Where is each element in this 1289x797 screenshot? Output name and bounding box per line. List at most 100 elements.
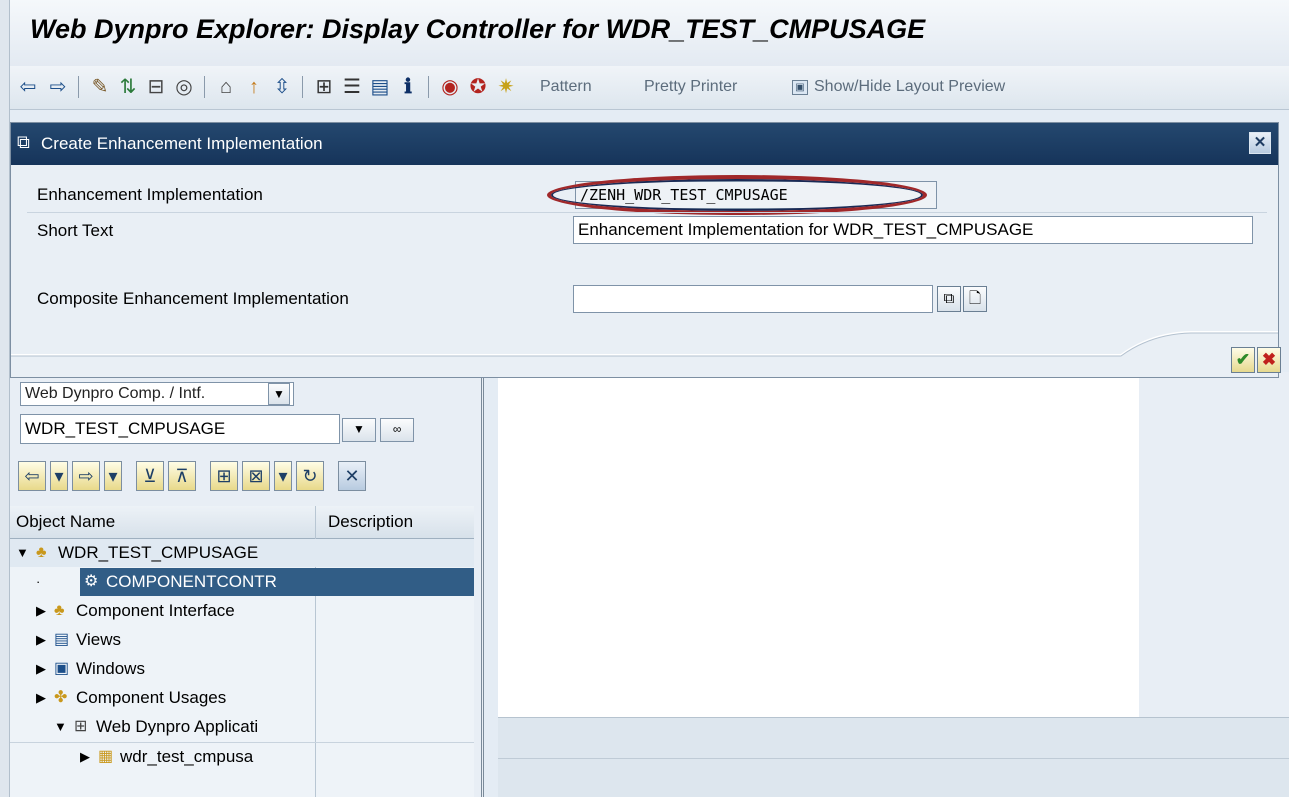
confirm-check-icon[interactable]: ✔ xyxy=(1231,347,1255,373)
chevron-down-icon[interactable]: ▾ xyxy=(104,461,122,491)
tree-row-views[interactable]: ▶ ▤ Views xyxy=(10,626,474,654)
bottom-panel xyxy=(498,717,1289,797)
window-title-bar: Web Dynpro Explorer: Display Controller … xyxy=(0,0,1289,66)
toolbar-separator xyxy=(204,76,205,98)
short-text-field[interactable]: Enhancement Implementation for WDR_TEST_… xyxy=(573,216,1253,244)
dialog-window-icon: ⧉ xyxy=(17,132,30,152)
chevron-down-icon[interactable]: ▾ xyxy=(274,461,292,491)
enh-impl-label: Enhancement Implementation xyxy=(37,185,263,204)
column-object-name[interactable]: Object Name xyxy=(16,512,115,532)
leaf-dot-icon: · xyxy=(36,574,41,589)
object-type-value: Web Dynpro Comp. / Intf. xyxy=(25,385,206,402)
composite-field[interactable] xyxy=(573,285,933,313)
create-document-icon[interactable]: 🗋 xyxy=(963,286,987,312)
layout-preview-icon: ▣ xyxy=(792,80,808,95)
settings-grid-icon[interactable]: ⊠ xyxy=(242,461,270,491)
application-object-icon: ▦ xyxy=(98,748,114,765)
tree-row-componentcontroller[interactable]: · ⚙ COMPONENTCONTR xyxy=(10,568,474,596)
tree-row-root[interactable]: ▼ ♣ WDR_TEST_CMPUSAGE xyxy=(10,539,474,567)
active-inactive-icon[interactable]: ⇅ xyxy=(116,75,140,99)
navigate-icon[interactable]: ↑ xyxy=(242,75,266,99)
collapsed-triangle-icon[interactable]: ▶ xyxy=(36,597,46,625)
tree-row-component-interface[interactable]: ▶ ♣ Component Interface xyxy=(10,597,474,625)
object-name-input[interactable]: WDR_TEST_CMPUSAGE xyxy=(20,414,340,444)
toolbar-separator xyxy=(302,76,303,98)
tree-label: Views xyxy=(76,630,122,649)
highlight-oval xyxy=(547,175,927,215)
tree-row-web-dynpro-applications[interactable]: ▼ ⊞ Web Dynpro Applicati xyxy=(10,713,474,741)
close-icon[interactable]: ✕ xyxy=(1249,132,1271,154)
dialog-title-bar: ⧉ Create Enhancement Implementation ✕ xyxy=(11,123,1278,165)
component-interface-icon: ♣ xyxy=(54,602,65,619)
expanded-triangle-icon[interactable]: ▼ xyxy=(16,539,29,567)
show-hide-layout-preview-button[interactable]: ▣ Show/Hide Layout Preview xyxy=(792,78,1005,96)
hierarchy-icon[interactable]: ⊞ xyxy=(312,75,336,99)
window-icon[interactable]: ▤ xyxy=(368,75,392,99)
display-object-list-icon[interactable]: ⇳ xyxy=(270,75,294,99)
windows-icon: ▣ xyxy=(54,660,70,677)
controller-icon: ⚙ xyxy=(84,573,99,590)
left-edge-strip xyxy=(0,0,10,797)
toolbar-separator xyxy=(428,76,429,98)
object-tree: Object Name Description ▼ ♣ WDR_TEST_CMP… xyxy=(10,506,474,797)
wizard-icon[interactable]: ✷ xyxy=(494,75,518,99)
display-change-icon[interactable]: ✎ xyxy=(88,75,112,99)
collapsed-triangle-icon[interactable]: ▶ xyxy=(36,655,46,683)
previous-object-icon[interactable]: ⇦ xyxy=(18,461,46,491)
tree-label: COMPONENTCONTR xyxy=(106,572,277,591)
navigation-window-icon[interactable]: ☰ xyxy=(340,75,364,99)
bottom-divider xyxy=(498,758,1289,759)
selected-cell: ⚙ COMPONENTCONTR xyxy=(80,568,474,596)
tree-label: Component Interface xyxy=(76,601,235,620)
expand-all-icon[interactable]: ⊻ xyxy=(136,461,164,491)
tree-header: Object Name Description xyxy=(10,506,474,539)
expanded-triangle-icon[interactable]: ▼ xyxy=(54,713,67,741)
tree-label: Windows xyxy=(76,659,145,678)
check-icon[interactable]: ⊟ xyxy=(144,75,168,99)
window-title: Web Dynpro Explorer: Display Controller … xyxy=(30,14,926,44)
show-hide-label: Show/Hide Layout Preview xyxy=(814,78,1006,95)
navigator-toolbar: ⇦ ▾ ⇨ ▾ ⊻ ⊼ ⊞ ⊠ ▾ ↻ ✕ xyxy=(18,461,366,493)
tree-label: Web Dynpro Applicati xyxy=(96,717,259,736)
display-glasses-icon[interactable]: ∞ xyxy=(380,418,414,442)
hierarchy-icon[interactable]: ⊞ xyxy=(210,461,238,491)
info-icon[interactable]: ℹ xyxy=(396,75,420,99)
dialog-title: Create Enhancement Implementation xyxy=(41,134,323,153)
short-text-value: Enhancement Implementation for WDR_TEST_… xyxy=(578,220,1034,239)
component-icon: ♣ xyxy=(36,544,47,561)
tree-row-application[interactable]: ▶ ▦ wdr_test_cmpusa xyxy=(10,742,474,770)
application-toolbar: ⇦ ⇨ ✎ ⇅ ⊟ ◎ ⌂ ↑ ⇳ ⊞ ☰ ▤ ℹ ◉ ✪ ✷ Pattern … xyxy=(0,66,1289,110)
tree-row-windows[interactable]: ▶ ▣ Windows xyxy=(10,655,474,683)
activate-icon[interactable]: ◎ xyxy=(172,75,196,99)
copy-icon[interactable]: ⧉ xyxy=(937,286,961,312)
pretty-printer-button[interactable]: Pretty Printer xyxy=(644,78,737,96)
debug-icon[interactable]: ✪ xyxy=(466,75,490,99)
collapsed-triangle-icon[interactable]: ▶ xyxy=(36,626,46,654)
close-icon[interactable]: ✕ xyxy=(338,461,366,491)
collapse-all-icon[interactable]: ⊼ xyxy=(168,461,196,491)
tree-label: Component Usages xyxy=(76,688,227,707)
chevron-down-icon[interactable]: ▼ xyxy=(268,383,290,405)
chevron-down-icon[interactable]: ▾ xyxy=(50,461,68,491)
cancel-x-icon[interactable]: ✖ xyxy=(1257,347,1281,373)
forward-arrow-icon[interactable]: ⇨ xyxy=(46,75,70,99)
where-used-icon[interactable]: ⌂ xyxy=(214,75,238,99)
footer-curve xyxy=(11,331,1278,357)
test-icon[interactable]: ◉ xyxy=(438,75,462,99)
tree-row-component-usages[interactable]: ▶ ✤ Component Usages xyxy=(10,684,474,712)
pattern-button[interactable]: Pattern xyxy=(540,78,592,96)
create-enhancement-dialog: ⧉ Create Enhancement Implementation ✕ En… xyxy=(10,122,1281,378)
collapsed-triangle-icon[interactable]: ▶ xyxy=(80,743,90,771)
short-text-label: Short Text xyxy=(37,221,114,240)
object-type-select[interactable]: Web Dynpro Comp. / Intf. xyxy=(20,382,294,406)
object-name-value: WDR_TEST_CMPUSAGE xyxy=(25,419,226,438)
refresh-icon[interactable]: ↻ xyxy=(296,461,324,491)
chevron-down-icon[interactable]: ▼ xyxy=(342,418,376,442)
editor-area[interactable] xyxy=(498,372,1139,717)
back-arrow-icon[interactable]: ⇦ xyxy=(16,75,40,99)
collapsed-triangle-icon[interactable]: ▶ xyxy=(36,684,46,712)
toolbar-separator xyxy=(78,76,79,98)
column-description[interactable]: Description xyxy=(328,512,413,532)
next-object-icon[interactable]: ⇨ xyxy=(72,461,100,491)
layout-preview-area xyxy=(1139,372,1289,717)
